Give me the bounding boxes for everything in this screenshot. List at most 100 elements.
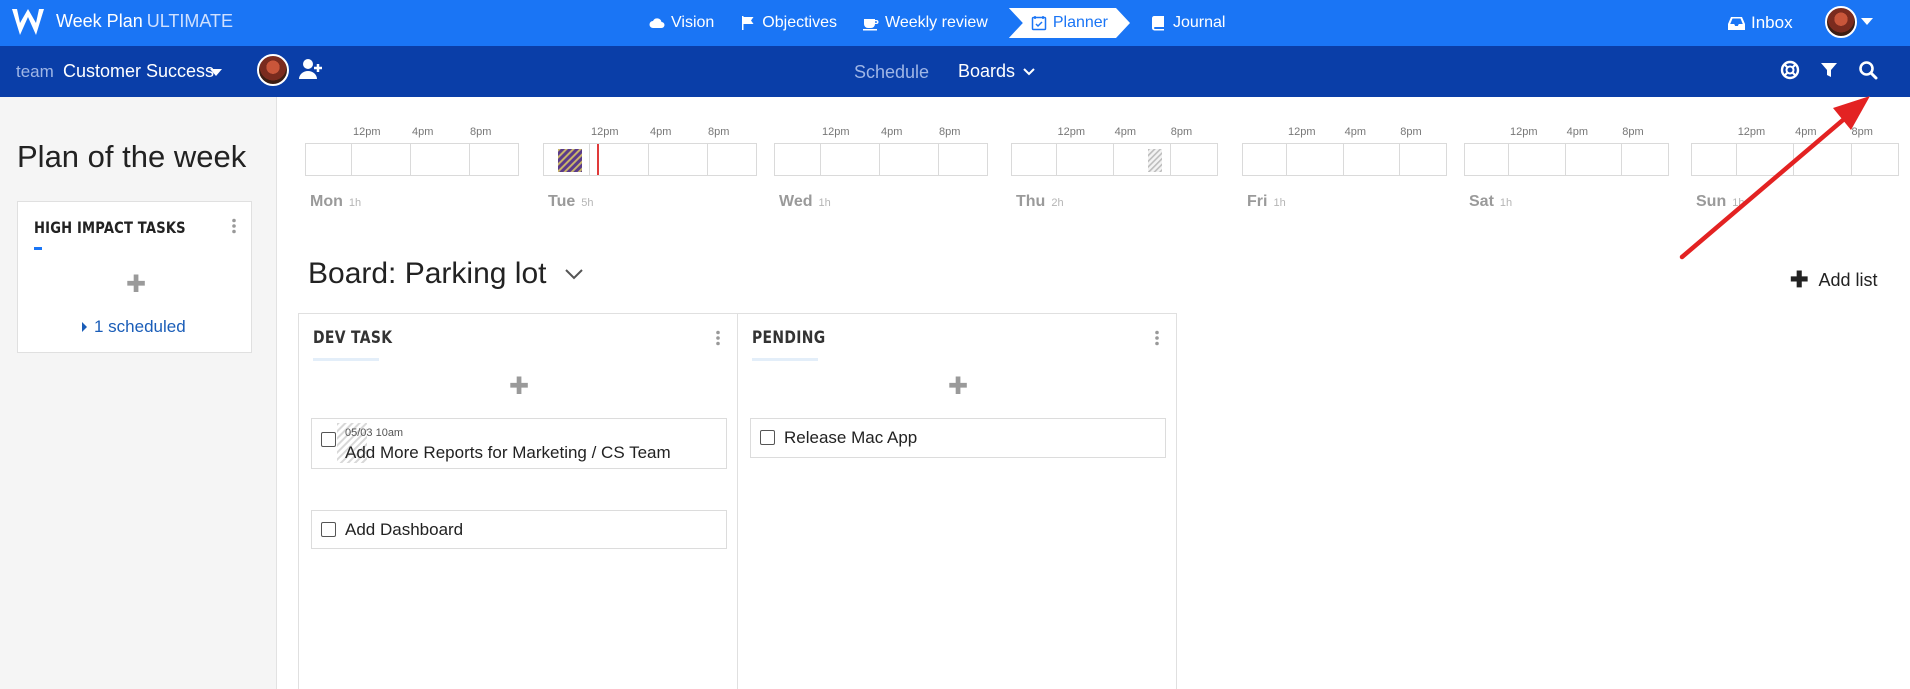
timeline-divider <box>410 144 411 175</box>
day-mon: 12pm 4pm 8pm Mon 1h <box>305 97 527 217</box>
caret-right-icon <box>82 322 87 332</box>
time-tick-label: 12pm <box>1057 126 1086 138</box>
list-title: PENDING <box>752 328 826 348</box>
day-hours: 2h <box>1051 197 1064 209</box>
calendar-check-icon <box>1031 15 1047 31</box>
nav-journal[interactable]: Journal <box>1138 0 1238 46</box>
timeline-divider <box>820 144 821 175</box>
day-hours: 1h <box>1499 197 1513 209</box>
list-title-underline <box>313 358 379 361</box>
day-name: Thu <box>1016 193 1046 210</box>
brand-name-text: Week Plan <box>56 11 143 31</box>
task-due-date: 05/03 10am <box>345 427 404 439</box>
task-checkbox[interactable] <box>321 522 336 537</box>
nav-vision-label: Vision <box>671 14 715 31</box>
timeline-divider <box>1621 144 1623 175</box>
inbox-label: Inbox <box>1751 13 1793 32</box>
task-checkbox[interactable] <box>321 432 336 447</box>
day-timeline[interactable] <box>1464 143 1669 176</box>
team-label: team <box>16 62 54 81</box>
time-tick-label: 12pm <box>353 126 381 138</box>
brand-tier: ULTIMATE <box>146 11 234 31</box>
nav-vision[interactable]: Vision <box>636 0 727 46</box>
day-timeline[interactable] <box>543 143 757 176</box>
high-impact-tasks-card: HIGH IMPACT TASKS ✚ 1 scheduled <box>17 201 252 353</box>
boards-view-label: Boards <box>958 61 1016 81</box>
time-tick-label: 4pm <box>1566 126 1589 138</box>
time-tick-label: 12pm <box>1288 126 1316 138</box>
day-name: Mon <box>310 193 343 210</box>
flag-icon <box>742 16 754 30</box>
day-timeline[interactable] <box>774 143 988 176</box>
day-label: Sat 1h <box>1469 193 1512 211</box>
task-label: Add More Reports for Marketing / CS Team <box>345 443 671 462</box>
day-sat: 12pm 4pm 8pm Sat 1h <box>1464 97 1677 217</box>
boards-view-tab[interactable]: Boards <box>958 61 1035 82</box>
task-card[interactable]: 05/03 10am Add More Reports for Marketin… <box>311 418 727 469</box>
timeline-divider <box>648 144 649 175</box>
task-card[interactable]: Release Mac App <box>750 418 1166 458</box>
schedule-view-tab[interactable]: Schedule <box>854 62 929 83</box>
day-wed: 12pm 4pm 8pm Wed 1h <box>774 97 996 217</box>
nav-objectives[interactable]: Objectives <box>727 0 850 46</box>
brand-name[interactable]: Week Plan ULTIMATE <box>56 11 233 32</box>
list-title-underline <box>752 358 818 361</box>
coffee-cup-icon <box>863 19 879 31</box>
nav-weekly-review[interactable]: Weekly review <box>850 0 1001 46</box>
time-tick-label: 8pm <box>939 126 961 138</box>
task-card[interactable]: Add Dashboard <box>311 510 727 549</box>
nav-objectives-label: Objectives <box>762 14 837 31</box>
team-caret-icon[interactable] <box>210 69 222 76</box>
scheduled-block[interactable] <box>1148 149 1162 172</box>
time-tick-label: 4pm <box>1114 126 1137 138</box>
plus-icon: ✚ <box>1790 267 1809 292</box>
day-name: Fri <box>1247 193 1268 210</box>
team-selector[interactable]: Customer Success <box>63 61 214 82</box>
scheduled-toggle[interactable]: 1 scheduled <box>82 317 186 337</box>
board-title[interactable]: Board: Parking lot <box>308 257 584 291</box>
time-tick-label: 8pm <box>1170 126 1193 138</box>
more-vertical-icon[interactable] <box>715 330 721 346</box>
day-timeline[interactable] <box>1011 143 1218 176</box>
week-plan-logo-icon[interactable] <box>10 5 46 39</box>
task-label: Release Mac App <box>784 428 918 447</box>
list-title: DEV TASK <box>313 328 393 348</box>
team-member-avatar[interactable] <box>257 54 289 86</box>
timeline-divider <box>1508 144 1510 175</box>
timeline-divider <box>1564 144 1566 175</box>
task-label: Add Dashboard <box>345 520 464 539</box>
book-icon <box>1151 16 1164 31</box>
day-timeline[interactable] <box>305 143 519 176</box>
more-vertical-icon[interactable] <box>1154 330 1160 346</box>
add-task-plus-icon[interactable]: ✚ <box>948 372 968 401</box>
timeline-divider <box>879 144 880 175</box>
inbox-button[interactable]: Inbox <box>1728 0 1793 46</box>
scheduled-block[interactable] <box>558 149 582 172</box>
timeline-divider <box>351 144 352 175</box>
add-list-button[interactable]: ✚ Add list <box>1790 267 1877 293</box>
day-hours: 5h <box>581 197 594 209</box>
main-nav: Vision Objectives Weekly review Planner … <box>636 0 1238 46</box>
timeline-divider <box>938 144 939 175</box>
time-tick-label: 8pm <box>708 126 730 138</box>
day-name: Wed <box>779 193 813 210</box>
timeline-divider <box>1055 144 1057 175</box>
time-tick-label: 12pm <box>591 126 619 138</box>
time-tick-label: 4pm <box>1344 126 1367 138</box>
day-timeline[interactable] <box>1242 143 1447 176</box>
user-avatar[interactable] <box>1825 6 1857 38</box>
more-vertical-icon[interactable] <box>231 218 237 234</box>
timeline-divider <box>707 144 708 175</box>
user-menu-caret-icon[interactable] <box>1861 18 1873 25</box>
day-label: Wed 1h <box>779 193 831 211</box>
board-title-text: Board: Parking lot <box>308 257 547 290</box>
nav-planner[interactable]: Planner <box>1009 8 1130 38</box>
add-user-icon[interactable] <box>299 58 323 80</box>
add-task-plus-icon[interactable]: ✚ <box>126 270 146 299</box>
timeline-divider <box>469 144 470 175</box>
task-checkbox[interactable] <box>760 430 775 445</box>
time-tick-label: 4pm <box>412 126 434 138</box>
add-task-plus-icon[interactable]: ✚ <box>509 372 529 401</box>
timeline-divider <box>1112 144 1114 175</box>
day-fri: 12pm 4pm 8pm Fri 1h <box>1242 97 1455 217</box>
